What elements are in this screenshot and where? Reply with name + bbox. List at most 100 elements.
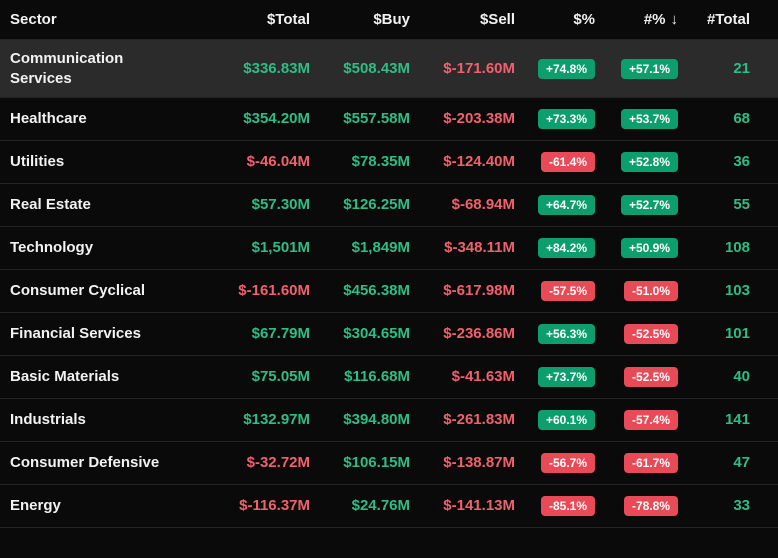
num_pct-cell: -52.5% <box>595 315 678 353</box>
num_pct-badge: +50.9% <box>621 238 678 258</box>
num_pct-badge: +52.8% <box>621 152 678 172</box>
pct-badge: +64.7% <box>538 195 595 215</box>
buy-cell: $508.43M <box>310 50 410 88</box>
pct-cell: -57.5% <box>515 272 595 310</box>
buy-cell: $78.35M <box>310 143 410 181</box>
count-cell: 141 <box>678 401 750 439</box>
sector-cell: Healthcare <box>10 100 175 138</box>
num_pct-cell: +52.8% <box>595 143 678 181</box>
num_pct-cell: +57.1% <box>595 50 678 88</box>
count-cell: 101 <box>678 315 750 353</box>
pct-badge: +74.8% <box>538 59 595 79</box>
table-row[interactable]: Financial Services$67.79M$304.65M$-236.8… <box>0 313 778 356</box>
table-body: Communication Services$336.83M$508.43M$-… <box>0 40 778 528</box>
num_pct-cell: +52.7% <box>595 186 678 224</box>
pct-badge: +56.3% <box>538 324 595 344</box>
pct-badge: -85.1% <box>541 496 595 516</box>
pct-cell: +74.8% <box>515 50 595 88</box>
buy-cell: $126.25M <box>310 186 410 224</box>
sector-cell: Technology <box>10 229 175 267</box>
table-row[interactable]: Communication Services$336.83M$508.43M$-… <box>0 40 778 98</box>
pct-cell: -61.4% <box>515 143 595 181</box>
table-row[interactable]: Real Estate$57.30M$126.25M$-68.94M+64.7%… <box>0 184 778 227</box>
count-cell: 108 <box>678 229 750 267</box>
header-label-num_pct: #% <box>644 11 666 28</box>
num_pct-cell: -61.7% <box>595 444 678 482</box>
sector-money-flow-table: Sector $Total$Buy$Sell $%#%↓ #Total Communi… <box>0 0 778 528</box>
pct-badge: -61.4% <box>541 152 595 172</box>
header-sector[interactable]: Sector <box>10 10 175 30</box>
header-num_pct[interactable]: #%↓ <box>595 10 678 30</box>
table-row[interactable]: Industrials$132.97M$394.80M$-261.83M+60.… <box>0 399 778 442</box>
num_pct-badge: -57.4% <box>624 410 678 430</box>
num_pct-badge: -52.5% <box>624 367 678 387</box>
sector-cell: Communication Services <box>10 40 175 97</box>
pct-cell: +73.7% <box>515 358 595 396</box>
total-cell: $-116.37M <box>175 487 310 525</box>
num_pct-cell: -57.4% <box>595 401 678 439</box>
table-row[interactable]: Healthcare$354.20M$557.58M$-203.38M+73.3… <box>0 98 778 141</box>
sector-cell: Basic Materials <box>10 358 175 396</box>
num_pct-badge: +57.1% <box>621 59 678 79</box>
total-cell: $1,501M <box>175 229 310 267</box>
pct-badge: +60.1% <box>538 410 595 430</box>
sell-cell: $-261.83M <box>410 401 515 439</box>
sector-cell: Consumer Cyclical <box>10 272 175 310</box>
header-label-count: #Total <box>707 11 750 28</box>
num_pct-badge: -51.0% <box>624 281 678 301</box>
num_pct-badge: +52.7% <box>621 195 678 215</box>
sector-cell: Real Estate <box>10 186 175 224</box>
header-count[interactable]: #Total <box>678 10 750 30</box>
total-cell: $-46.04M <box>175 143 310 181</box>
table-row[interactable]: Energy$-116.37M$24.76M$-141.13M-85.1%-78… <box>0 485 778 528</box>
buy-cell: $557.58M <box>310 100 410 138</box>
count-cell: 47 <box>678 444 750 482</box>
count-cell: 55 <box>678 186 750 224</box>
buy-cell: $456.38M <box>310 272 410 310</box>
pct-cell: -56.7% <box>515 444 595 482</box>
num_pct-badge: +53.7% <box>621 109 678 129</box>
header-label-pct: $% <box>573 11 595 28</box>
buy-cell: $304.65M <box>310 315 410 353</box>
buy-cell: $106.15M <box>310 444 410 482</box>
sector-cell: Utilities <box>10 143 175 181</box>
table-row[interactable]: Technology$1,501M$1,849M$-348.11M+84.2%+… <box>0 227 778 270</box>
pct-cell: +56.3% <box>515 315 595 353</box>
header-sell[interactable]: $Sell <box>410 10 515 30</box>
sell-cell: $-141.13M <box>410 487 515 525</box>
sell-cell: $-236.86M <box>410 315 515 353</box>
table-row[interactable]: Utilities$-46.04M$78.35M$-124.40M-61.4%+… <box>0 141 778 184</box>
num_pct-cell: -52.5% <box>595 358 678 396</box>
header-label-sector: Sector <box>10 11 57 28</box>
num_pct-badge: -52.5% <box>624 324 678 344</box>
buy-cell: $1,849M <box>310 229 410 267</box>
pct-cell: +64.7% <box>515 186 595 224</box>
pct-cell: +60.1% <box>515 401 595 439</box>
sector-cell: Energy <box>10 487 175 525</box>
buy-cell: $116.68M <box>310 358 410 396</box>
total-cell: $57.30M <box>175 186 310 224</box>
count-cell: 33 <box>678 487 750 525</box>
sell-cell: $-617.98M <box>410 272 515 310</box>
pct-badge: +73.7% <box>538 367 595 387</box>
header-pct[interactable]: $% <box>515 10 595 30</box>
sell-cell: $-171.60M <box>410 50 515 88</box>
buy-cell: $24.76M <box>310 487 410 525</box>
header-buy[interactable]: $Buy <box>310 10 410 30</box>
sell-cell: $-41.63M <box>410 358 515 396</box>
pct-badge: +84.2% <box>538 238 595 258</box>
header-total[interactable]: $Total <box>175 10 310 30</box>
pct-badge: -56.7% <box>541 453 595 473</box>
total-cell: $75.05M <box>175 358 310 396</box>
table-row[interactable]: Consumer Defensive$-32.72M$106.15M$-138.… <box>0 442 778 485</box>
header-label-total: $Total <box>267 11 310 28</box>
total-cell: $354.20M <box>175 100 310 138</box>
num_pct-cell: -51.0% <box>595 272 678 310</box>
table-row[interactable]: Basic Materials$75.05M$116.68M$-41.63M +7… <box>0 356 778 399</box>
sell-cell: $-203.38M <box>410 100 515 138</box>
pct-cell: +73.3% <box>515 100 595 138</box>
total-cell: $132.97M <box>175 401 310 439</box>
table-row[interactable]: Consumer Cyclical$-161.60M$456.38M$-617.… <box>0 270 778 313</box>
total-cell: $-161.60M <box>175 272 310 310</box>
count-cell: 103 <box>678 272 750 310</box>
